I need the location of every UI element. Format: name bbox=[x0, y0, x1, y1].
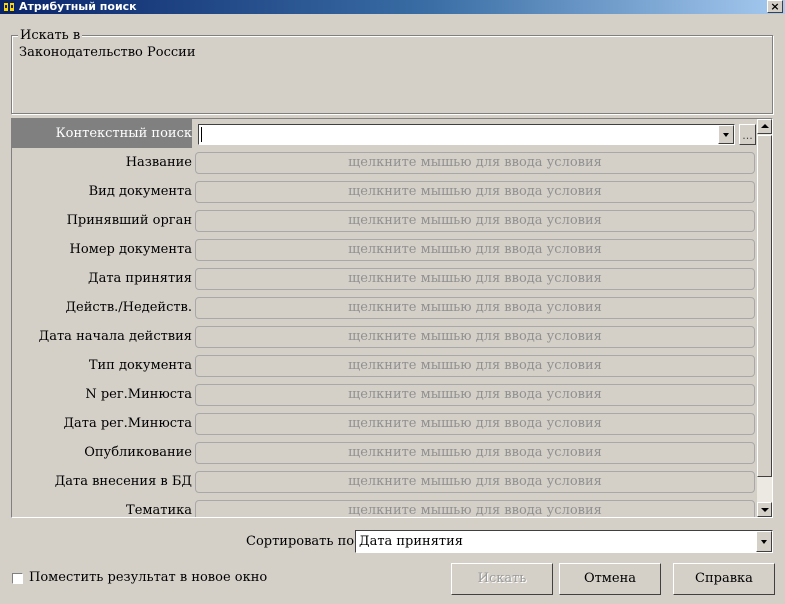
context-search-row: Контекстный поиск ... bbox=[12, 119, 757, 148]
close-button[interactable]: × bbox=[767, 0, 783, 13]
arrow-down-icon bbox=[761, 508, 769, 512]
condition-field[interactable]: щелкните мышью для ввода условия bbox=[195, 210, 755, 232]
arrow-up-icon bbox=[761, 124, 769, 128]
window-title: Атрибутный поиск bbox=[19, 0, 137, 13]
context-search-combo[interactable] bbox=[198, 124, 735, 145]
condition-field[interactable]: щелкните мышью для ввода условия bbox=[195, 268, 755, 290]
title-bar: Атрибутный поиск × bbox=[0, 0, 785, 14]
attribute-label: Вид документа bbox=[88, 184, 192, 199]
sort-dropdown-button[interactable] bbox=[756, 531, 772, 552]
attribute-row: Дата начала действия щелкните мышью для в… bbox=[12, 322, 757, 351]
scroll-thumb[interactable] bbox=[757, 135, 772, 477]
condition-field[interactable]: щелкните мышью для ввода условия bbox=[195, 326, 755, 348]
search-in-group: Искать в Законодательство России bbox=[11, 28, 773, 114]
help-button[interactable]: Справка bbox=[673, 563, 775, 595]
attribute-grid: Контекстный поиск ... Название щелкните м… bbox=[11, 118, 773, 518]
condition-field[interactable]: щелкните мышью для ввода условия bbox=[195, 239, 755, 261]
search-button[interactable]: Искать bbox=[451, 563, 553, 595]
attribute-row: Дата принятия щелкните мышью для ввода ус… bbox=[12, 264, 757, 293]
attribute-row: Тип документа щелкните мышью для ввода ус… bbox=[12, 351, 757, 380]
context-search-dropdown-button[interactable] bbox=[718, 125, 734, 144]
sort-select[interactable]: Дата принятия bbox=[355, 530, 773, 553]
condition-field[interactable]: щелкните мышью для ввода условия bbox=[195, 181, 755, 203]
attribute-row: N рег.Минюста щелкните мышью для ввода ус… bbox=[12, 380, 757, 409]
condition-field[interactable]: щелкните мышью для ввода условия bbox=[195, 297, 755, 319]
close-icon: × bbox=[770, 0, 780, 13]
attribute-row: Дата внесения в БД щелкните мышью для вво… bbox=[12, 467, 757, 496]
sort-label: Сортировать по: bbox=[246, 534, 359, 549]
attribute-label: Дата принятия bbox=[88, 271, 192, 286]
attribute-label: Дата начала действия bbox=[38, 329, 192, 344]
attribute-label: Дата внесения в БД bbox=[54, 474, 192, 489]
attribute-label: Номер документа bbox=[69, 242, 192, 257]
attribute-label: Тип документа bbox=[88, 358, 192, 373]
attribute-row: Тематика щелкните мышью для ввода условия bbox=[12, 496, 757, 518]
attribute-row: Вид документа щелкните мышью для ввода ус… bbox=[12, 177, 757, 206]
attribute-label: Принявший орган bbox=[66, 213, 192, 228]
new-window-checkbox-label[interactable]: Поместить результат в новое окно bbox=[29, 570, 267, 585]
condition-field[interactable]: щелкните мышью для ввода условия bbox=[195, 471, 755, 493]
condition-field[interactable]: щелкните мышью для ввода условия bbox=[195, 384, 755, 406]
vertical-scrollbar[interactable] bbox=[757, 119, 772, 517]
attribute-row: Номер документа щелкните мышью для ввода … bbox=[12, 235, 757, 264]
sort-value: Дата принятия bbox=[359, 534, 463, 549]
attribute-label: Дата рег.Минюста bbox=[63, 416, 192, 431]
new-window-checkbox[interactable] bbox=[12, 573, 23, 584]
attribute-label: Опубликование bbox=[84, 445, 192, 460]
attribute-row: Принявший орган щелкните мышью для ввода … bbox=[12, 206, 757, 235]
condition-field[interactable]: щелкните мышью для ввода условия bbox=[195, 355, 755, 377]
attribute-row: Опубликование щелкните мышью для ввода ус… bbox=[12, 438, 757, 467]
condition-field[interactable]: щелкните мышью для ввода условия bbox=[195, 413, 755, 435]
chevron-down-icon bbox=[761, 540, 767, 544]
condition-field[interactable]: щелкните мышью для ввода условия bbox=[195, 500, 755, 517]
attribute-label: Тематика bbox=[126, 503, 192, 518]
attribute-label: Название bbox=[125, 155, 192, 170]
attribute-row: Действ./Недейств. щелкните мышью для ввод… bbox=[12, 293, 757, 322]
attribute-label: N рег.Минюста bbox=[85, 387, 192, 402]
attribute-row: Дата рег.Минюста щелкните мышью для ввода… bbox=[12, 409, 757, 438]
search-in-value: Законодательство России bbox=[19, 45, 196, 60]
cancel-button[interactable]: Отмена bbox=[559, 563, 661, 595]
text-caret bbox=[201, 127, 202, 142]
attribute-row: Название щелкните мышью для ввода условия bbox=[12, 148, 757, 177]
condition-field[interactable]: щелкните мышью для ввода условия bbox=[195, 442, 755, 464]
condition-field[interactable]: щелкните мышью для ввода условия bbox=[195, 152, 755, 174]
context-search-ellipsis-button[interactable]: ... bbox=[739, 124, 756, 145]
chevron-down-icon bbox=[723, 133, 729, 137]
search-in-legend: Искать в bbox=[18, 28, 83, 43]
context-search-label: Контекстный поиск bbox=[12, 119, 192, 148]
scroll-down-button[interactable] bbox=[757, 502, 772, 517]
attribute-label: Действ./Недейств. bbox=[65, 300, 192, 315]
app-icon bbox=[2, 1, 16, 13]
scroll-up-button[interactable] bbox=[757, 119, 772, 134]
